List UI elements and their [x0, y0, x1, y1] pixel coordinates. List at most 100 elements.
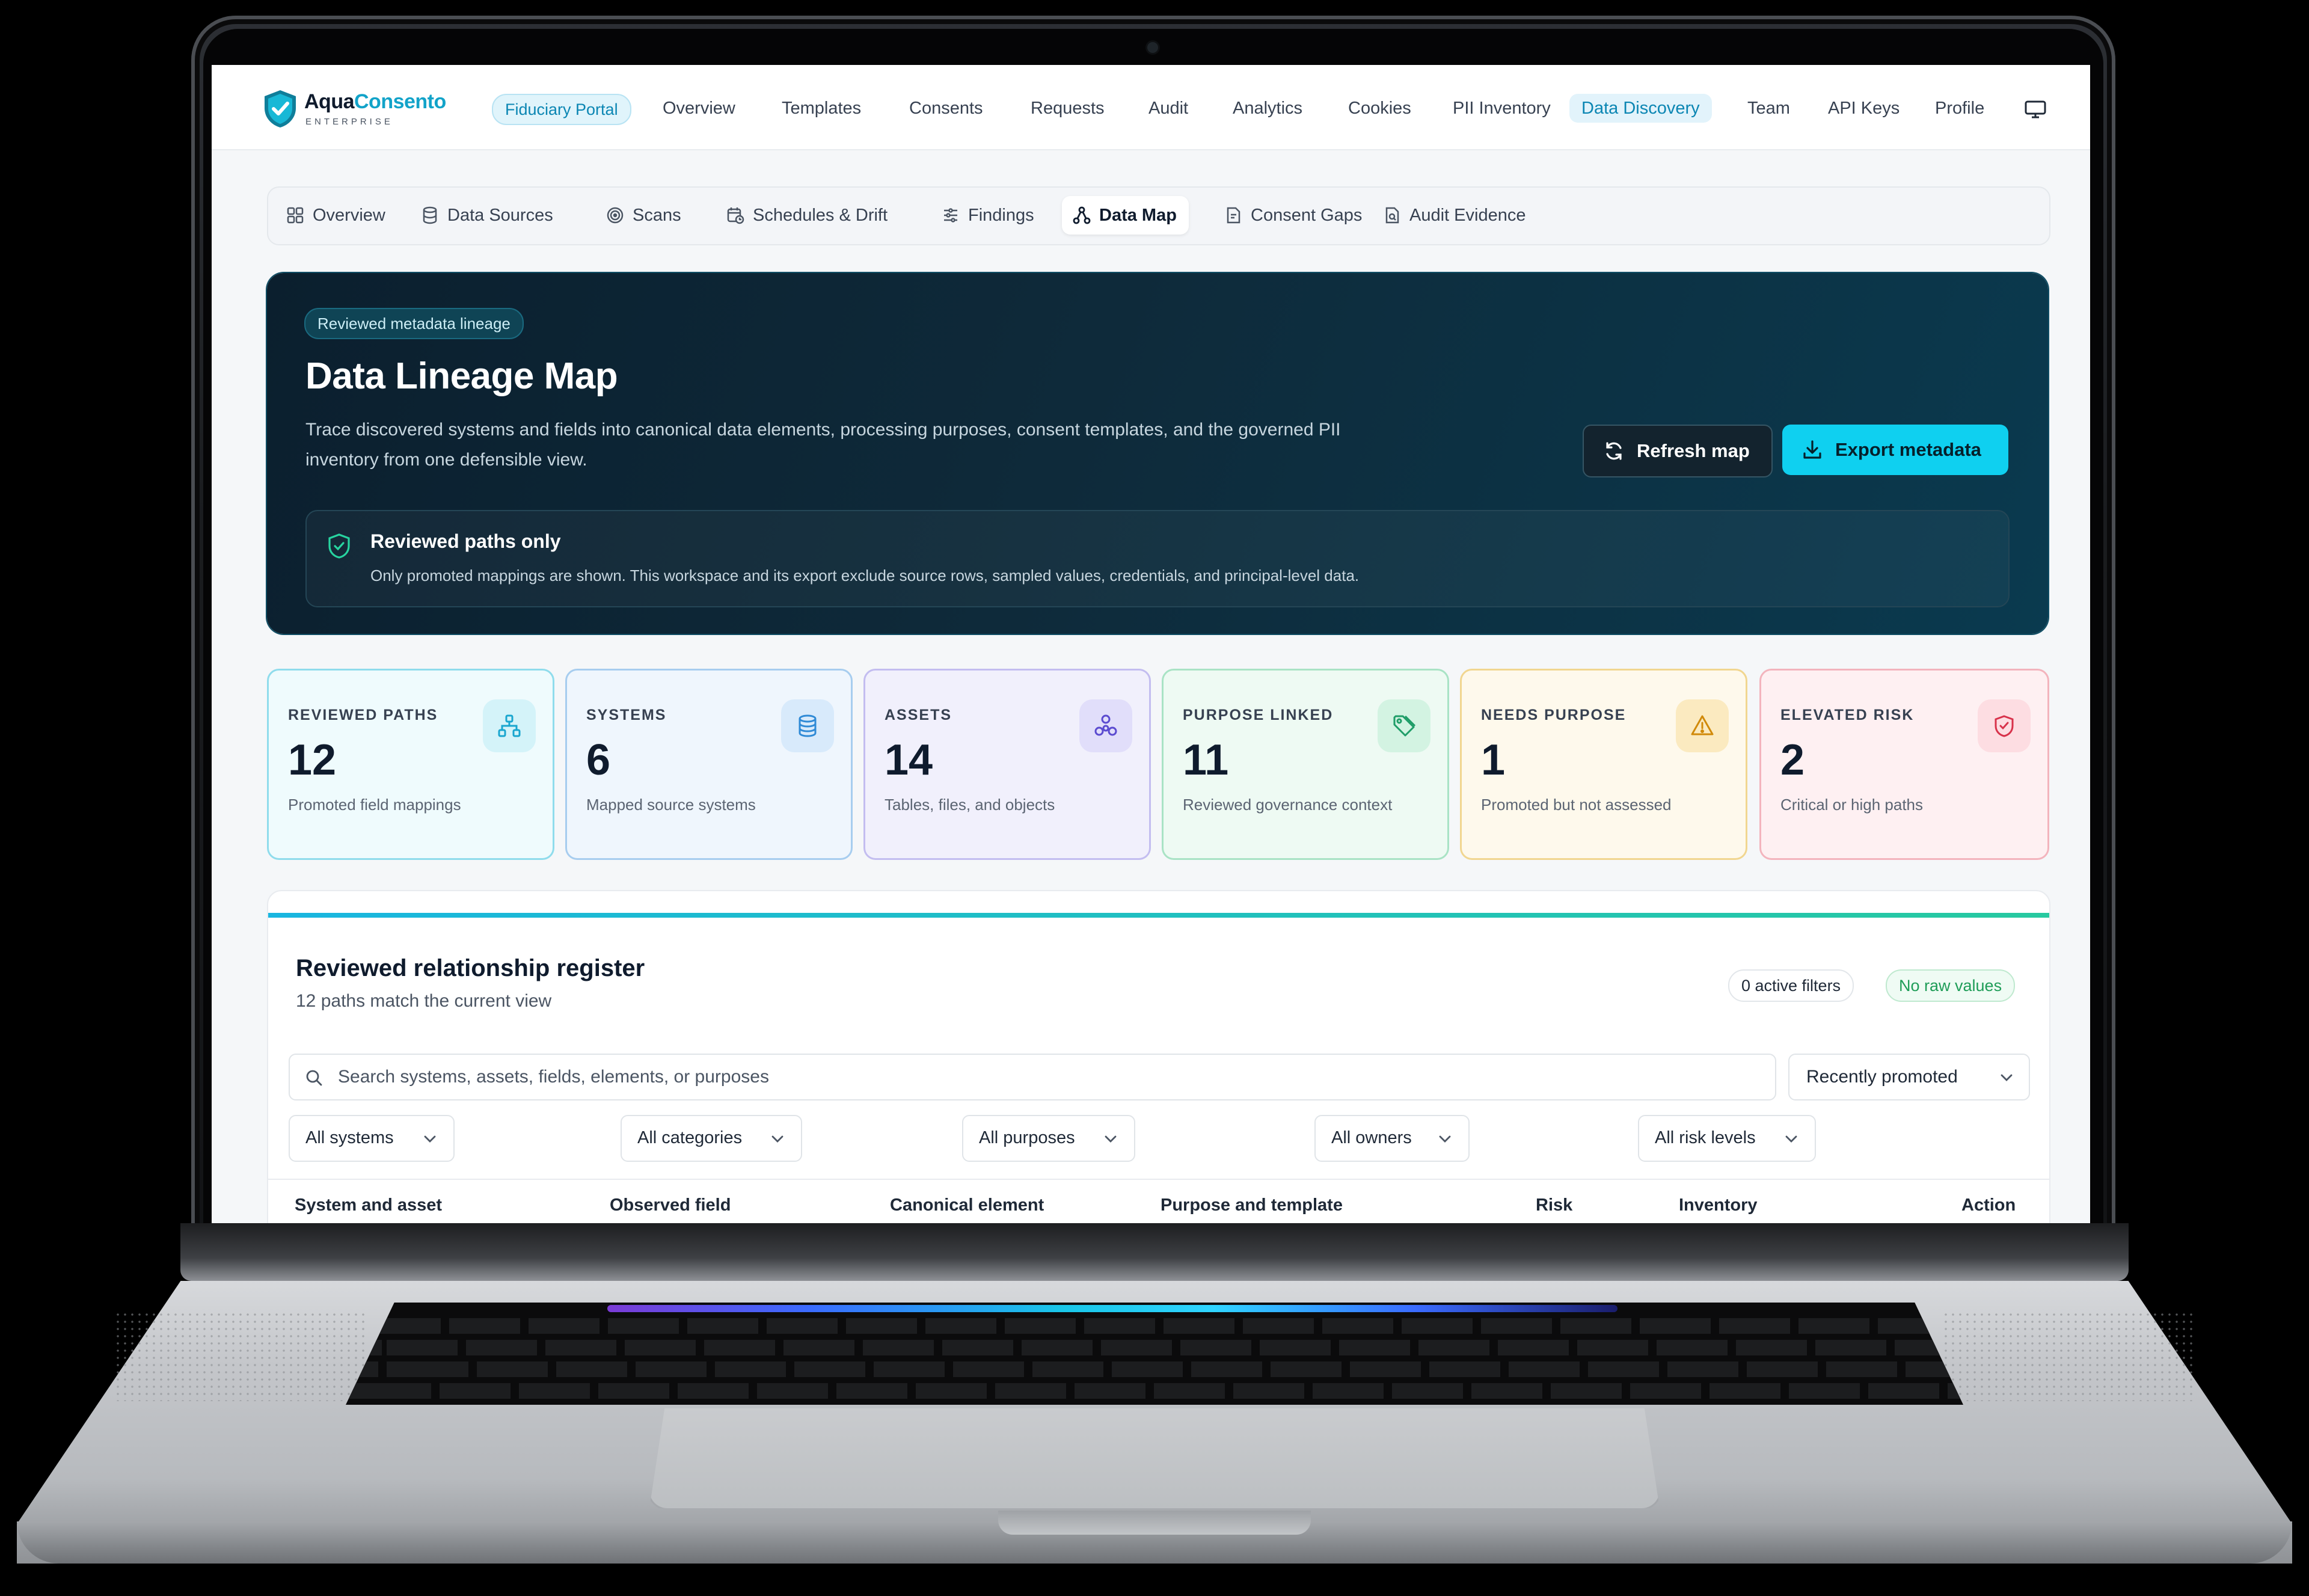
- file-search-icon: [1385, 207, 1399, 224]
- stat-value: 6: [586, 736, 611, 784]
- tab-label: Audit Evidence: [1409, 206, 1526, 225]
- tab-scans[interactable]: Scans: [595, 196, 693, 235]
- stat-label: PURPOSE LINKED: [1183, 707, 1334, 723]
- shield-alert-icon: [1995, 715, 2014, 737]
- tab-label: Consent Gaps: [1251, 206, 1363, 225]
- stat-card-purpose-linked[interactable]: PURPOSE LINKED 11 Reviewed governance co…: [1162, 669, 1449, 860]
- portal-badge[interactable]: Fiduciary Portal: [492, 94, 631, 125]
- column-risk[interactable]: Risk: [1536, 1195, 1572, 1215]
- brand-name-part-2: Consento: [354, 90, 446, 113]
- refresh-map-label: Refresh map: [1637, 440, 1750, 461]
- stat-caption: Reviewed governance context: [1183, 796, 1393, 814]
- filter-value: All purposes: [979, 1128, 1075, 1147]
- column-observed-field[interactable]: Observed field: [610, 1195, 731, 1215]
- speaker-grille-right: [1942, 1311, 2195, 1401]
- tab-schedules-drift[interactable]: Schedules & Drift: [716, 196, 900, 235]
- filter-value: All systems: [305, 1128, 394, 1147]
- nav-pii-inventory[interactable]: PII Inventory: [1453, 94, 1551, 123]
- filter-categories[interactable]: All categories: [621, 1115, 802, 1162]
- filter-systems[interactable]: All systems: [289, 1115, 455, 1162]
- stat-caption: Mapped source systems: [586, 796, 756, 814]
- discovery-tabs: Overview Data Sources Scans Schedules & …: [267, 186, 2050, 245]
- active-filters-badge: 0 active filters: [1728, 969, 1854, 1002]
- stat-card-elevated-risk[interactable]: ELEVATED RISK 2 Critical or high paths: [1759, 669, 2049, 860]
- stat-card-systems[interactable]: SYSTEMS 6 Mapped source systems: [565, 669, 853, 860]
- refresh-map-button[interactable]: Refresh map: [1583, 425, 1773, 477]
- refresh-icon: [1606, 442, 1622, 460]
- stat-caption: Promoted but not assessed: [1481, 796, 1672, 814]
- stat-icon-badge: [1079, 699, 1132, 752]
- document-icon: [1227, 207, 1240, 224]
- column-system-asset[interactable]: System and asset: [295, 1195, 442, 1215]
- tab-label: Data Map: [1099, 206, 1177, 225]
- column-canonical-element[interactable]: Canonical element: [890, 1195, 1044, 1215]
- tab-label: Findings: [968, 206, 1034, 225]
- nav-analytics[interactable]: Analytics: [1233, 94, 1302, 123]
- speaker-grille-left: [114, 1311, 367, 1401]
- lid-opening-notch: [998, 1511, 1311, 1535]
- export-metadata-label: Export metadata: [1835, 439, 1981, 460]
- tab-data-sources[interactable]: Data Sources: [410, 196, 565, 235]
- stat-value: 12: [288, 736, 337, 784]
- webcam: [1147, 42, 1158, 53]
- register-table-header: System and asset Observed field Canonica…: [268, 1179, 2049, 1223]
- stat-icon-badge: [1978, 699, 2031, 752]
- tab-label: Scans: [633, 206, 681, 225]
- nav-team[interactable]: Team: [1747, 94, 1790, 123]
- stat-card-needs-purpose[interactable]: NEEDS PURPOSE 1 Promoted but not assesse…: [1460, 669, 1747, 860]
- warning-icon: [1691, 715, 1714, 735]
- stat-caption: Promoted field mappings: [288, 796, 461, 814]
- tab-data-map[interactable]: Data Map: [1062, 196, 1189, 235]
- grid-icon: [287, 207, 304, 224]
- chevron-down-icon: [771, 1135, 783, 1143]
- tab-findings[interactable]: Findings: [931, 196, 1046, 235]
- nav-overview[interactable]: Overview: [663, 94, 735, 123]
- nav-data-discovery[interactable]: Data Discovery: [1569, 94, 1712, 123]
- stat-label: SYSTEMS: [586, 707, 667, 723]
- stat-card-assets[interactable]: ASSETS 14 Tables, files, and objects: [863, 669, 1151, 860]
- stat-value: 2: [1780, 736, 1805, 784]
- nav-audit[interactable]: Audit: [1148, 94, 1188, 123]
- filter-purposes[interactable]: All purposes: [962, 1115, 1135, 1162]
- column-action[interactable]: Action: [1961, 1195, 2016, 1215]
- export-metadata-button[interactable]: Export metadata: [1782, 425, 2008, 475]
- nav-cookies[interactable]: Cookies: [1348, 94, 1411, 123]
- chevron-down-icon: [1785, 1135, 1797, 1143]
- search-placeholder: Search systems, assets, fields, elements…: [338, 1067, 769, 1087]
- filter-risk-levels[interactable]: All risk levels: [1638, 1115, 1816, 1162]
- column-inventory[interactable]: Inventory: [1679, 1195, 1758, 1215]
- tag-icon: [1393, 715, 1416, 737]
- column-purpose-template[interactable]: Purpose and template: [1161, 1195, 1343, 1215]
- tab-label: Overview: [313, 206, 385, 225]
- nav-requests[interactable]: Requests: [1031, 94, 1105, 123]
- nav-profile[interactable]: Profile: [1935, 94, 1984, 123]
- tab-label: Data Sources: [447, 206, 553, 225]
- register-title: Reviewed relationship register: [296, 955, 645, 981]
- chevron-down-icon: [424, 1135, 436, 1143]
- stat-card-reviewed-paths[interactable]: REVIEWED PATHS 12 Promoted field mapping…: [267, 669, 554, 860]
- tab-overview[interactable]: Overview: [275, 196, 397, 235]
- nav-consents[interactable]: Consents: [909, 94, 983, 123]
- filter-owners[interactable]: All owners: [1314, 1115, 1470, 1162]
- chevron-down-icon: [2001, 1074, 2013, 1081]
- tab-audit-evidence[interactable]: Audit Evidence: [1372, 196, 1538, 235]
- brand-logo[interactable]: AquaConsento ENTERPRISE: [262, 88, 461, 130]
- stat-value: 11: [1183, 736, 1229, 784]
- notice-text: Only promoted mappings are shown. This w…: [370, 566, 1360, 585]
- stat-label: ELEVATED RISK: [1780, 707, 1915, 723]
- sort-select[interactable]: Recently promoted: [1788, 1054, 2030, 1100]
- filter-value: All categories: [637, 1128, 743, 1147]
- page-description: Trace discovered systems and fields into…: [305, 420, 1341, 470]
- reviewed-paths-notice: Reviewed paths only Only promoted mappin…: [305, 510, 2010, 607]
- nav-api-keys[interactable]: API Keys: [1828, 94, 1900, 123]
- download-icon: [1803, 440, 1821, 459]
- register-search-input[interactable]: Search systems, assets, fields, elements…: [289, 1054, 1776, 1100]
- monitor-icon[interactable]: [2024, 100, 2047, 119]
- register-subtitle: 12 paths match the current view: [296, 991, 552, 1011]
- stat-icon-badge: [1676, 699, 1729, 752]
- tab-consent-gaps[interactable]: Consent Gaps: [1213, 196, 1374, 235]
- notice-title: Reviewed paths only: [370, 530, 561, 552]
- nav-templates[interactable]: Templates: [782, 94, 861, 123]
- stat-value: 14: [885, 736, 933, 784]
- trackpad: [649, 1408, 1660, 1508]
